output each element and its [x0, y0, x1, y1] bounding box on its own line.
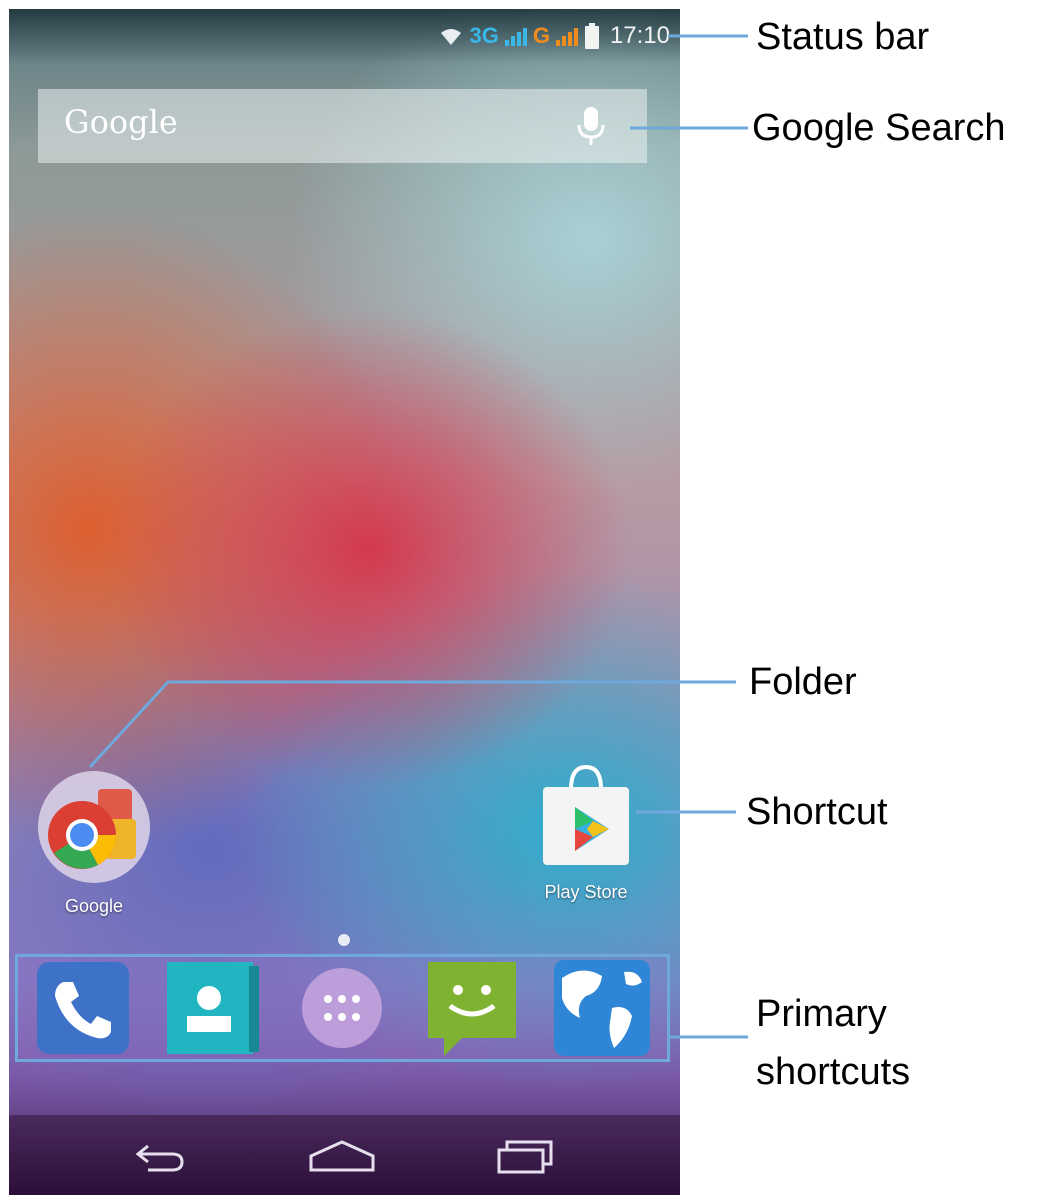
- folder-callout: Folder: [749, 661, 857, 703]
- primary-shortcuts-callout-line2: shortcuts: [756, 1051, 911, 1093]
- status-bar-callout: Status bar: [756, 16, 930, 58]
- google-search-callout: Google Search: [752, 107, 1006, 149]
- primary-shortcuts-callout-line1: Primary: [756, 993, 887, 1035]
- shortcut-callout: Shortcut: [746, 791, 888, 833]
- folder-callout-line: [88, 680, 736, 769]
- callout-lines: [88, 34, 748, 1039]
